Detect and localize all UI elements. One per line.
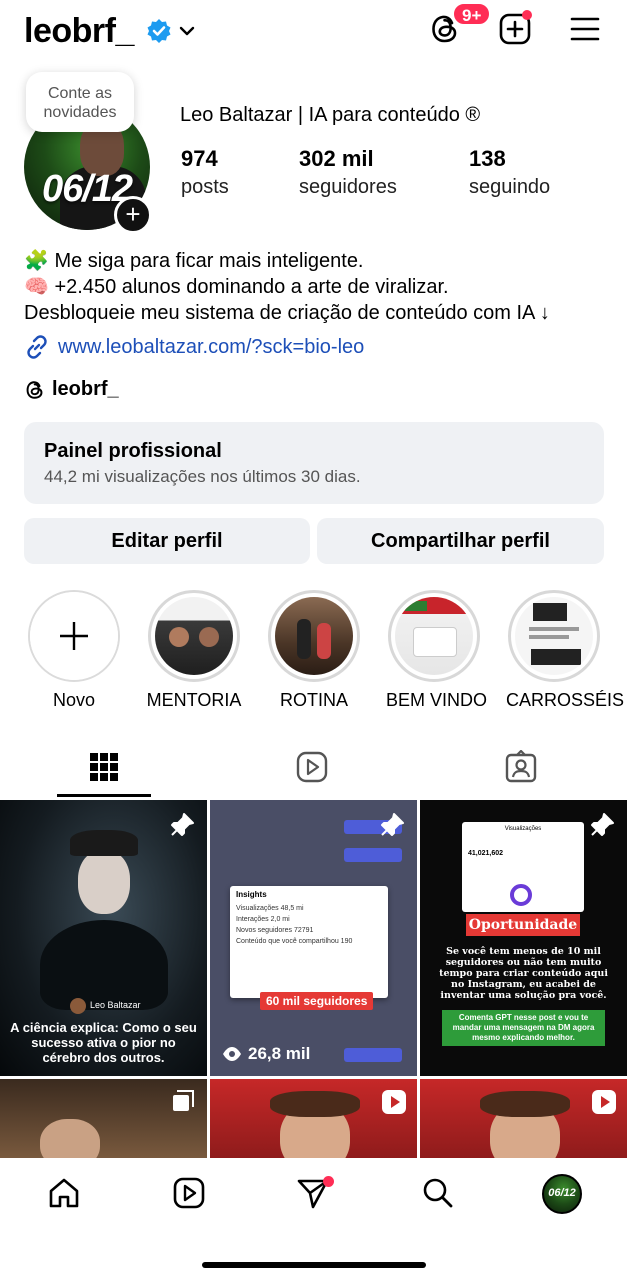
- stat-followers[interactable]: 302 mil seguidores: [299, 146, 397, 199]
- profile-bio: 🧩 Me siga para ficar mais inteligente. 🧠…: [24, 248, 550, 326]
- home-icon[interactable]: [47, 1176, 81, 1210]
- post-badge: 60 mil seguidores: [260, 992, 374, 1010]
- messages-notification-dot: [323, 1176, 334, 1187]
- pinned-icon: [591, 813, 614, 836]
- highlight-mentoria[interactable]: MENTORIA: [146, 590, 242, 711]
- content-tabs: [0, 744, 627, 800]
- highlight-label: Novo: [52, 690, 96, 710]
- insights-line: Novos seguidores 72791: [236, 927, 314, 934]
- bio-line: 🧠 +2.450 alunos dominando a arte de vira…: [24, 276, 449, 298]
- bio-link[interactable]: www.leobaltazar.com/?sck=bio-leo: [24, 334, 364, 360]
- username-switcher[interactable]: leobrf_: [24, 12, 134, 51]
- dashboard-subtitle: 44,2 mi visualizações nos últimos 30 dia…: [44, 467, 361, 486]
- stat-label: posts: [181, 176, 229, 198]
- highlight-label: BEM VINDO: [386, 690, 488, 710]
- home-indicator: [202, 1262, 426, 1268]
- post-tile[interactable]: [420, 1079, 627, 1158]
- post-tile[interactable]: Visualizações 41,021,602 Oportunidade Se…: [420, 800, 627, 1076]
- tagged-tab-icon[interactable]: [504, 750, 538, 784]
- highlight-label: CARROSSÉIS: [506, 690, 625, 710]
- reel-icon: [592, 1090, 616, 1114]
- link-icon: [27, 335, 47, 359]
- professional-dashboard[interactable]: Painel profissional 44,2 mi visualizaçõe…: [24, 422, 604, 504]
- highlight-cover: [155, 597, 233, 675]
- insights-title: Insights: [236, 890, 267, 899]
- highlight-carrosseis[interactable]: CARROSSÉIS: [506, 590, 625, 711]
- stat-following[interactable]: 138 seguindo: [469, 146, 550, 199]
- add-story-plus-icon[interactable]: +: [114, 196, 152, 234]
- highlight-cover: [515, 597, 593, 675]
- stats-card-value: 41,021,602: [468, 850, 504, 857]
- post-tile[interactable]: Leo Baltazar A ciência explica: Como o s…: [0, 800, 207, 1076]
- highlight-ring: [388, 590, 480, 682]
- reels-icon[interactable]: [172, 1176, 206, 1210]
- note-bubble[interactable]: Conte as novidades: [26, 72, 134, 132]
- verified-badge-icon: [147, 19, 171, 43]
- post-author: Leo Baltazar: [90, 1000, 141, 1010]
- stats-card-title: Visualizações: [504, 826, 542, 832]
- stat-value: 302 mil: [299, 146, 374, 171]
- profile-tab-avatar-label: 06/12: [548, 1187, 576, 1199]
- insights-card: Insights Visualizações 48,5 mi Interaçõe…: [230, 886, 388, 998]
- post-caption: A ciência explica: Como o seu sucesso at…: [10, 1020, 197, 1065]
- post-views-count: 26,8 mil: [248, 1044, 311, 1063]
- search-icon[interactable]: [421, 1176, 455, 1210]
- stat-label: seguidores: [299, 176, 397, 198]
- highlight-label: MENTORIA: [146, 690, 242, 710]
- highlight-ring: [148, 590, 240, 682]
- highlight-cover: [30, 592, 118, 680]
- highlight-label: ROTINA: [279, 690, 348, 710]
- highlight-ring: [508, 590, 600, 682]
- share-profile-button[interactable]: Compartilhar perfil: [317, 518, 604, 564]
- stats-card: Visualizações 41,021,602: [462, 822, 584, 912]
- views-eye-icon: [223, 1047, 241, 1061]
- bio-line: Desbloqueie meu sistema de criação de co…: [24, 302, 550, 324]
- post-tag: Oportunidade: [466, 914, 580, 936]
- highlight-ring: [28, 590, 120, 682]
- highlight-bem-vindo[interactable]: BEM VINDO: [386, 590, 488, 711]
- post-cta: Comenta GPT nesse post e vou te mandar u…: [442, 1010, 605, 1046]
- highlight-cover: [395, 597, 473, 675]
- stat-label: seguindo: [469, 176, 551, 198]
- insights-line: Visualizações 48,5 mi: [236, 905, 304, 912]
- stat-posts[interactable]: 974 posts: [181, 146, 229, 199]
- insights-line: Conteúdo que você compartilhou 190: [236, 938, 353, 945]
- threads-handle-text: leobrf_: [52, 378, 119, 400]
- top-bar: leobrf_ 9+: [0, 0, 627, 62]
- post-tile[interactable]: Insights Visualizações 48,5 mi Interaçõe…: [210, 800, 417, 1076]
- reels-tab-icon[interactable]: [295, 750, 329, 784]
- bottom-navigation: 06/12: [0, 1158, 627, 1280]
- plus-icon: [60, 622, 88, 650]
- insights-line: Interações 2,0 mi: [236, 916, 290, 923]
- profile-tab-avatar[interactable]: 06/12: [542, 1174, 582, 1214]
- active-tab-indicator: [57, 794, 151, 797]
- post-tile[interactable]: [0, 1079, 207, 1158]
- stat-value: 138: [469, 146, 506, 171]
- highlight-ring: [268, 590, 360, 682]
- highlight-cover: [275, 597, 353, 675]
- pinned-icon: [381, 813, 404, 836]
- dashboard-title: Painel profissional: [44, 440, 222, 462]
- post-views: 26,8 mil: [222, 1044, 310, 1064]
- threads-profile-link[interactable]: leobrf_: [24, 378, 119, 401]
- chevron-down-icon[interactable]: [178, 22, 196, 40]
- stat-value: 974: [181, 146, 218, 171]
- reel-icon: [382, 1090, 406, 1114]
- edit-profile-button[interactable]: Editar perfil: [24, 518, 310, 564]
- post-body-text: Se você tem menos de 10 mil seguidores o…: [439, 946, 608, 1001]
- create-notification-dot: [522, 10, 532, 20]
- highlight-new[interactable]: Novo: [26, 590, 122, 711]
- pinned-icon: [171, 813, 194, 836]
- carousel-icon: [173, 1090, 194, 1111]
- bio-link-text[interactable]: www.leobaltazar.com/?sck=bio-leo: [58, 336, 364, 359]
- grid-tab-icon[interactable]: [87, 750, 121, 784]
- profile-full-name: Leo Baltazar | IA para conteúdo ®: [180, 104, 481, 126]
- posts-grid: Leo Baltazar A ciência explica: Como o s…: [0, 800, 627, 1158]
- threads-small-icon: [26, 380, 43, 399]
- post-tile[interactable]: [210, 1079, 417, 1158]
- bio-line: 🧩 Me siga para ficar mais inteligente.: [24, 250, 364, 272]
- menu-icon[interactable]: [568, 12, 602, 46]
- highlight-rotina[interactable]: ROTINA: [266, 590, 362, 711]
- notification-count-badge: 9+: [452, 2, 492, 26]
